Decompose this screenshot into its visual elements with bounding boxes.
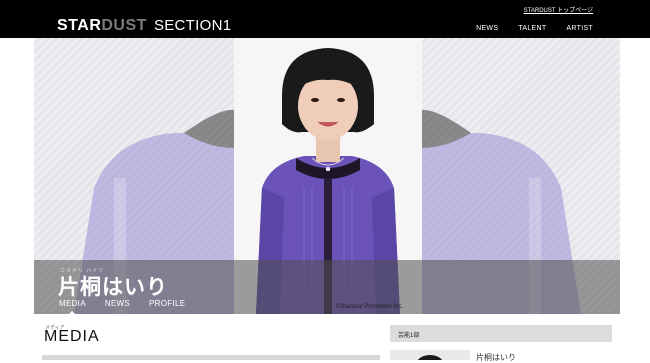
logo-star: STAR <box>57 17 102 34</box>
tab-media[interactable]: MEDIA <box>59 299 86 314</box>
section-divider <box>42 355 380 360</box>
talent-subnav: MEDIA NEWS PROFILE <box>59 299 185 314</box>
hero-banner: カタギリ ハイリ 片桐はいり MEDIA NEWS PROFILE ©Stard… <box>34 38 620 314</box>
sidebar-thumbnail[interactable] <box>390 350 470 360</box>
site-header: STARDUST SECTION1 STARDUST トップページ NEWS TA… <box>0 0 650 38</box>
stardust-top-link[interactable]: STARDUST トップページ <box>524 5 593 14</box>
sidebar-heading-label: 芸能1部 <box>398 333 420 339</box>
thumbnail-image <box>417 355 443 360</box>
sidebar-talent-name[interactable]: 片桐はいり <box>476 352 516 363</box>
site-logo[interactable]: STARDUST SECTION1 <box>57 17 231 35</box>
sidebar-heading: 芸能1部 <box>390 325 612 342</box>
logo-section: SECTION1 <box>153 17 232 34</box>
tab-news[interactable]: NEWS <box>105 299 130 308</box>
global-nav: NEWS TALENT ARTIST <box>476 25 593 32</box>
talent-name: 片桐はいり <box>58 276 168 299</box>
nav-talent[interactable]: TALENT <box>518 25 546 32</box>
section-title: MEDIA <box>44 328 100 345</box>
logo-dust: DUST <box>101 17 147 34</box>
nav-artist[interactable]: ARTIST <box>566 25 593 32</box>
tab-profile[interactable]: PROFILE <box>149 299 185 308</box>
nav-news[interactable]: NEWS <box>476 25 498 32</box>
photo-copyright: ©Stardust Promotion Inc. <box>336 304 404 310</box>
